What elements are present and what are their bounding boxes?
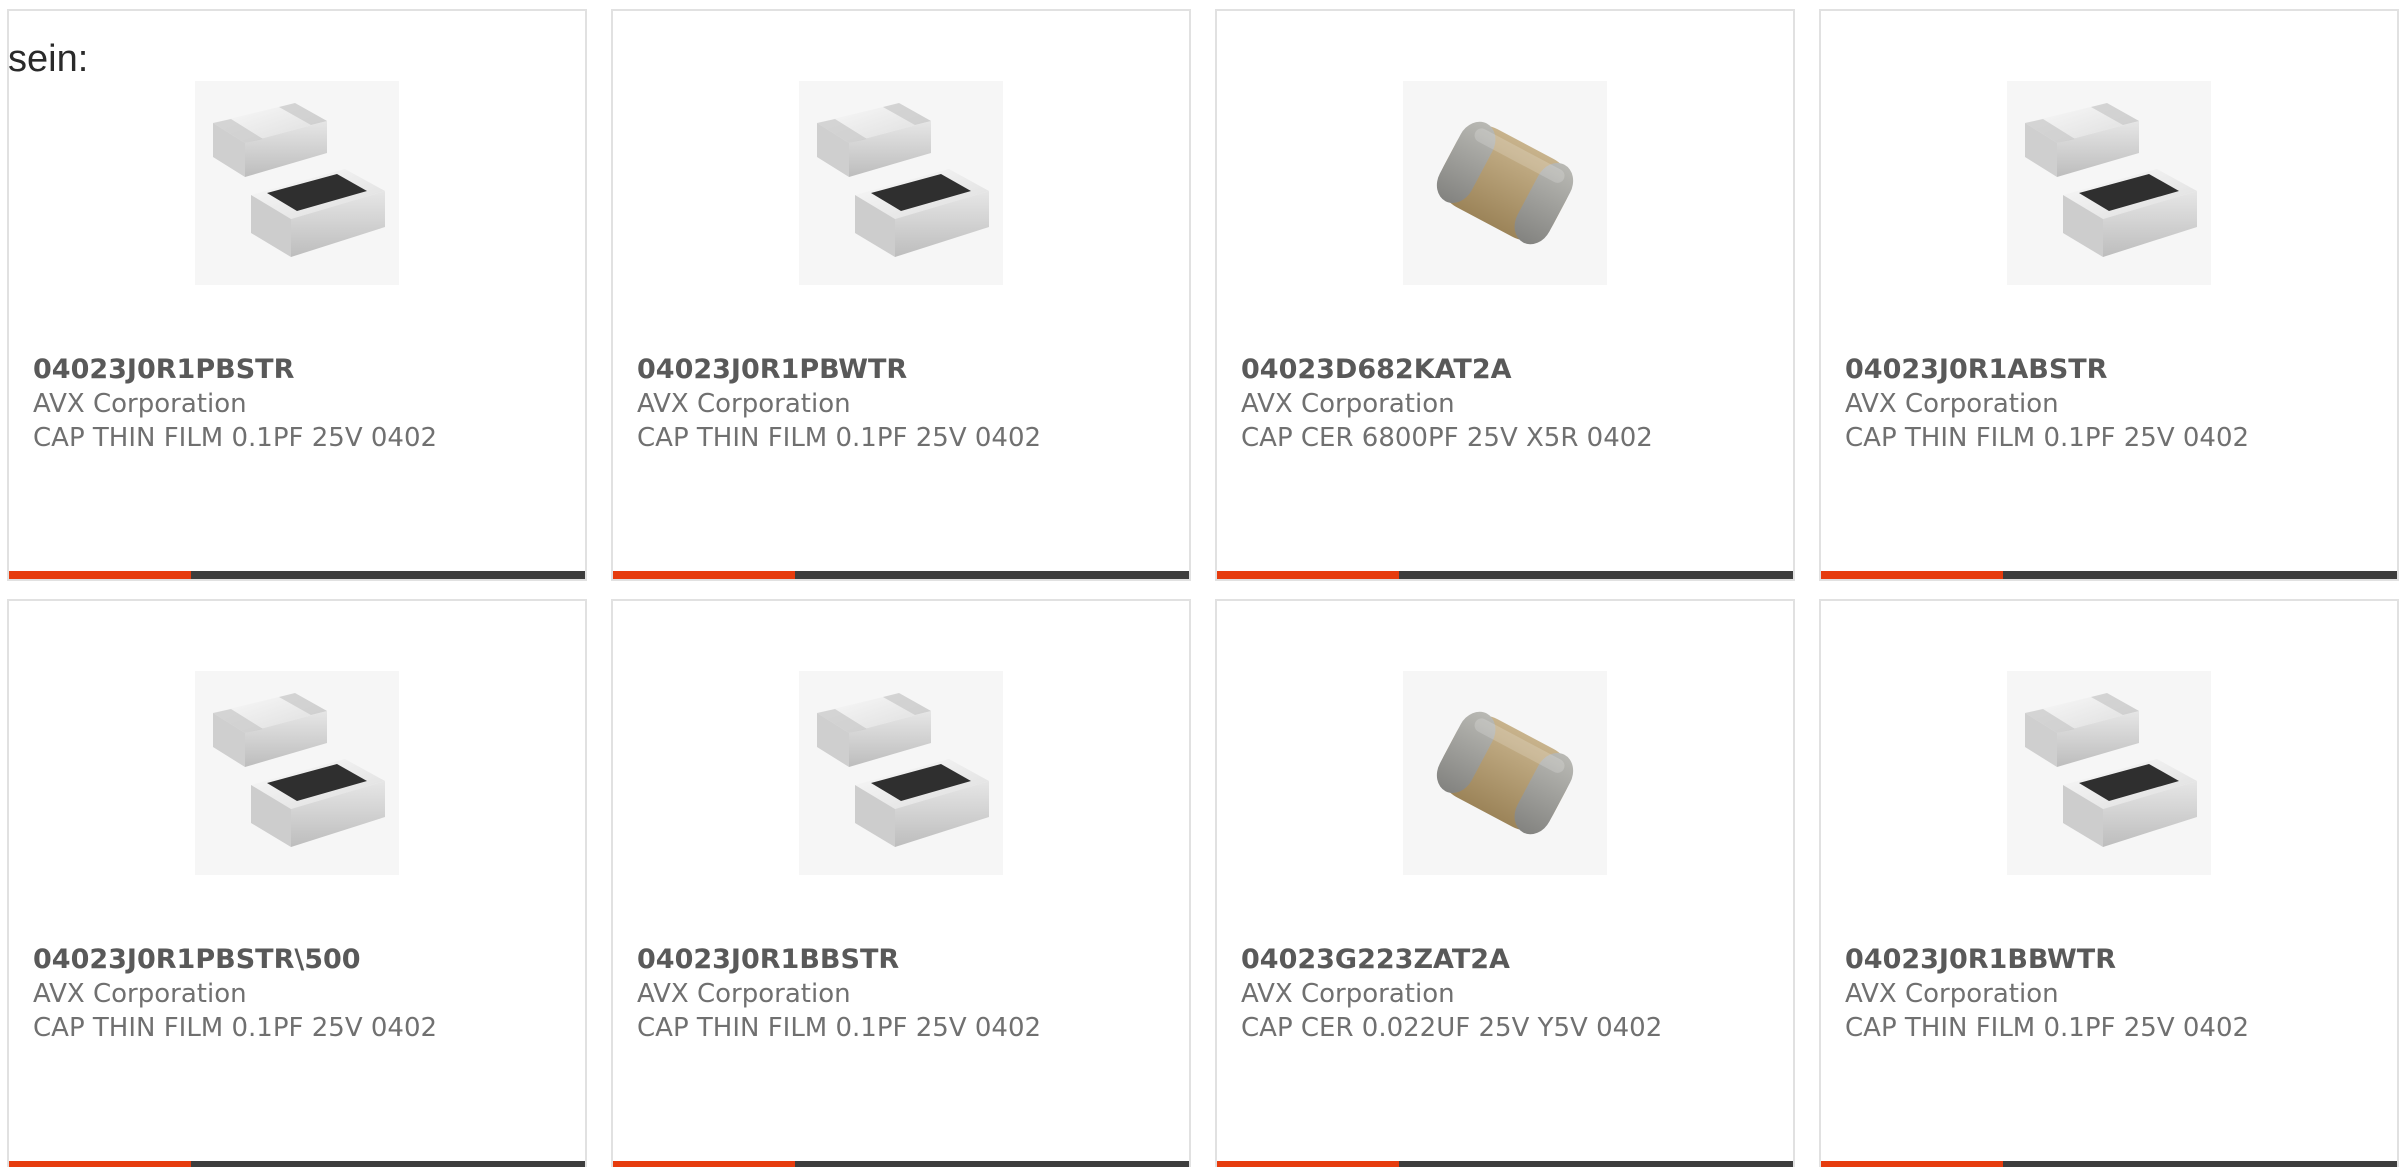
product-image[interactable] [195, 671, 399, 875]
manufacturer: AVX Corporation [1845, 389, 2059, 419]
product-info: 04023G223ZAT2A AVX Corporation CAP CER 0… [1241, 943, 1783, 1045]
product-description: CAP THIN FILM 0.1PF 25V 0402 [1845, 423, 2250, 453]
manufacturer: AVX Corporation [637, 979, 851, 1009]
product-info: 04023J0R1BBSTR AVX Corporation CAP THIN … [637, 943, 1179, 1045]
card-bottom-bar [9, 1161, 585, 1167]
card-bottom-bar [613, 1161, 1189, 1167]
card-accent-bar [1821, 1161, 2003, 1167]
card-bottom-bar [9, 571, 585, 579]
product-description: CAP THIN FILM 0.1PF 25V 0402 [637, 1013, 1042, 1043]
product-card[interactable]: 04023J0R1PBSTR\500 AVX Corporation CAP T… [7, 599, 587, 1167]
manufacturer: AVX Corporation [1845, 979, 2059, 1009]
manufacturer: AVX Corporation [33, 389, 247, 419]
product-info: 04023J0R1PBWTR AVX Corporation CAP THIN … [637, 353, 1179, 455]
product-description: CAP THIN FILM 0.1PF 25V 0402 [33, 1013, 438, 1043]
card-accent-bar [613, 571, 795, 579]
manufacturer: AVX Corporation [1241, 979, 1455, 1009]
card-bottom-bar [1217, 571, 1793, 579]
card-accent-bar [1821, 571, 2003, 579]
thin-film-capacitor-image [213, 693, 385, 847]
product-image[interactable] [1403, 671, 1607, 875]
part-number-link[interactable]: 04023G223ZAT2A [1241, 943, 1783, 977]
product-info: 04023J0R1ABSTR AVX Corporation CAP THIN … [1845, 353, 2387, 455]
thin-film-capacitor-image [2025, 103, 2197, 257]
product-description: CAP THIN FILM 0.1PF 25V 0402 [1845, 1013, 2250, 1043]
product-description: CAP CER 6800PF 25V X5R 0402 [1241, 423, 1653, 453]
part-number-link[interactable]: 04023J0R1PBSTR\500 [33, 943, 575, 977]
card-bottom-bar [1217, 1161, 1793, 1167]
product-card[interactable]: 04023J0R1PBWTR AVX Corporation CAP THIN … [611, 9, 1191, 581]
product-image[interactable] [2007, 81, 2211, 285]
product-card[interactable]: 04023D682KAT2A AVX Corporation CAP CER 6… [1215, 9, 1795, 581]
part-number-link[interactable]: 04023J0R1BBWTR [1845, 943, 2387, 977]
part-number-link[interactable]: 04023J0R1BBSTR [637, 943, 1179, 977]
part-number-link[interactable]: 04023D682KAT2A [1241, 353, 1783, 387]
product-image[interactable] [195, 81, 399, 285]
product-card[interactable]: 04023J0R1BBWTR AVX Corporation CAP THIN … [1819, 599, 2399, 1167]
part-number-link[interactable]: 04023J0R1PBSTR [33, 353, 575, 387]
product-description: CAP THIN FILM 0.1PF 25V 0402 [637, 423, 1042, 453]
thin-film-capacitor-image [2025, 693, 2197, 847]
product-info: 04023D682KAT2A AVX Corporation CAP CER 6… [1241, 353, 1783, 455]
card-accent-bar [9, 1161, 191, 1167]
manufacturer: AVX Corporation [637, 389, 851, 419]
product-description: CAP THIN FILM 0.1PF 25V 0402 [33, 423, 438, 453]
thin-film-capacitor-image [817, 103, 989, 257]
page: sein: 04023J0R1PBSTR AVX Corporation CAP… [0, 0, 2400, 1167]
ceramic-capacitor-image [1436, 711, 1574, 835]
product-card[interactable]: 04023G223ZAT2A AVX Corporation CAP CER 0… [1215, 599, 1795, 1167]
card-accent-bar [1217, 571, 1399, 579]
ceramic-capacitor-image [1436, 121, 1574, 245]
product-card[interactable]: 04023J0R1BBSTR AVX Corporation CAP THIN … [611, 599, 1191, 1167]
part-number-link[interactable]: 04023J0R1PBWTR [637, 353, 1179, 387]
manufacturer: AVX Corporation [33, 979, 247, 1009]
product-image[interactable] [799, 671, 1003, 875]
card-bottom-bar [1821, 571, 2397, 579]
product-info: 04023J0R1PBSTR AVX Corporation CAP THIN … [33, 353, 575, 455]
card-accent-bar [1217, 1161, 1399, 1167]
product-description: CAP CER 0.022UF 25V Y5V 0402 [1241, 1013, 1663, 1043]
product-card[interactable]: 04023J0R1ABSTR AVX Corporation CAP THIN … [1819, 9, 2399, 581]
card-accent-bar [613, 1161, 795, 1167]
card-accent-bar [9, 571, 191, 579]
card-bottom-bar [613, 571, 1189, 579]
product-info: 04023J0R1BBWTR AVX Corporation CAP THIN … [1845, 943, 2387, 1045]
product-card[interactable]: 04023J0R1PBSTR AVX Corporation CAP THIN … [7, 9, 587, 581]
thin-film-capacitor-image [213, 103, 385, 257]
product-image[interactable] [2007, 671, 2211, 875]
product-image[interactable] [799, 81, 1003, 285]
lead-text: sein: [8, 38, 89, 80]
product-grid: 04023J0R1PBSTR AVX Corporation CAP THIN … [7, 9, 2399, 1167]
product-info: 04023J0R1PBSTR\500 AVX Corporation CAP T… [33, 943, 575, 1045]
part-number-link[interactable]: 04023J0R1ABSTR [1845, 353, 2387, 387]
card-bottom-bar [1821, 1161, 2397, 1167]
product-image[interactable] [1403, 81, 1607, 285]
thin-film-capacitor-image [817, 693, 989, 847]
manufacturer: AVX Corporation [1241, 389, 1455, 419]
